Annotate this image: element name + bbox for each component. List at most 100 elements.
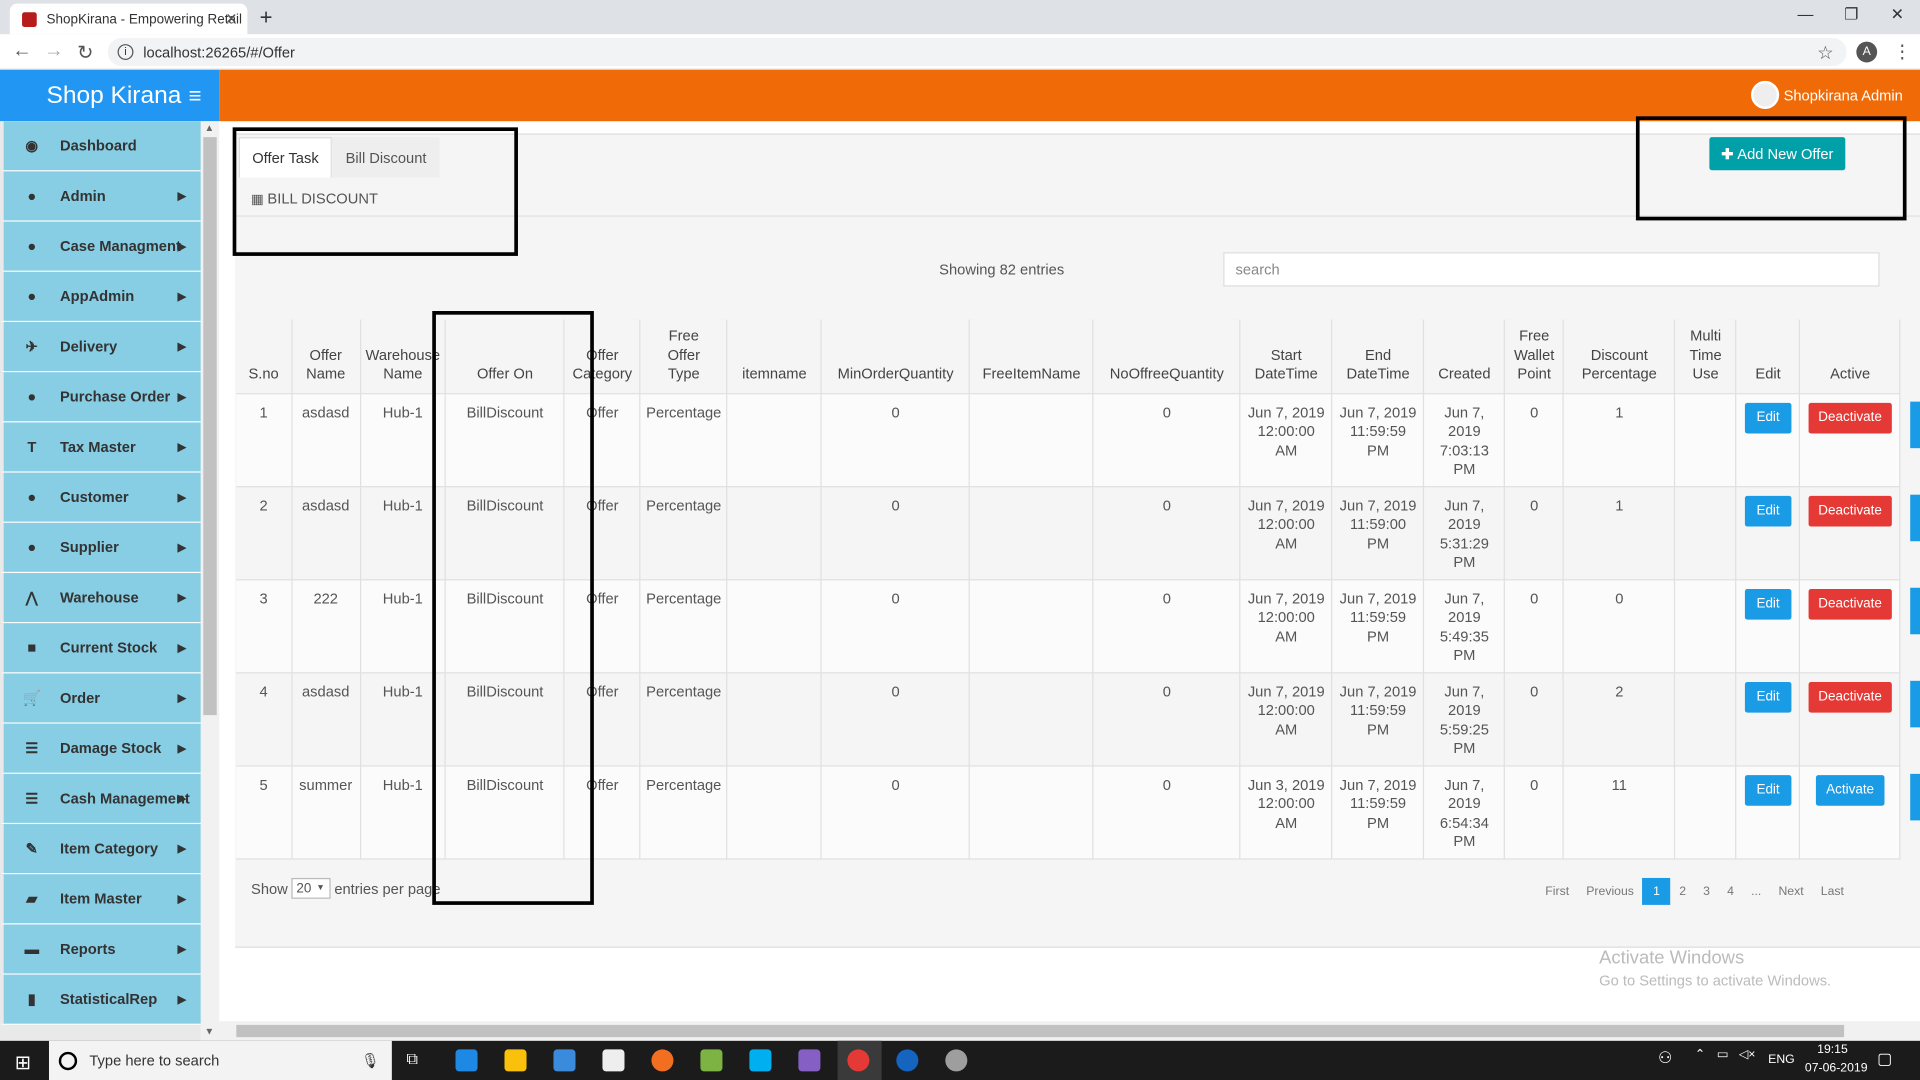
cell-text: 2019 bbox=[1448, 422, 1481, 440]
cell-text: Jun 7, 2019 bbox=[1339, 496, 1417, 514]
row-extra-button[interactable] bbox=[1910, 401, 1920, 449]
sidebar-item-item-master[interactable]: ▰ Item Master ▶ bbox=[0, 874, 201, 925]
edit-button[interactable]: Edit bbox=[1744, 588, 1792, 619]
sidebar-item-appadmin[interactable]: ● AppAdmin ▶ bbox=[0, 271, 201, 323]
windows-start-icon[interactable]: ⊞ bbox=[15, 1051, 31, 1075]
page-link-2[interactable]: 2 bbox=[1671, 878, 1695, 905]
per-page-select[interactable]: 20 ▼ bbox=[291, 877, 331, 899]
volume-icon[interactable]: ◁× bbox=[1739, 1048, 1756, 1061]
profile-avatar[interactable]: A bbox=[1856, 41, 1878, 63]
sidebar-item-label: Supplier bbox=[60, 538, 119, 556]
sql-icon[interactable] bbox=[700, 1049, 723, 1072]
edit-button[interactable]: Edit bbox=[1744, 681, 1792, 713]
page-link-ellipsisellipsisellipsis: ... bbox=[1751, 884, 1762, 899]
row-extra-button[interactable] bbox=[1910, 494, 1920, 542]
sidebar-item-delivery[interactable]: ✈ Delivery ▶ bbox=[0, 322, 201, 373]
clock-date[interactable]: 07-06-2019 bbox=[1805, 1062, 1868, 1075]
chrome-icon[interactable] bbox=[847, 1049, 870, 1072]
new-tab-icon[interactable]: + bbox=[260, 5, 273, 31]
edit-button[interactable]: Edit bbox=[1744, 495, 1792, 526]
deactivate-button[interactable]: Deactivate bbox=[1808, 402, 1892, 433]
sidebar-item-current-stock[interactable]: ■ Current Stock ▶ bbox=[0, 623, 201, 674]
cell-edit: Edit bbox=[1736, 579, 1801, 673]
maximize-icon[interactable]: ❐ bbox=[1844, 5, 1858, 25]
deactivate-button[interactable]: Deactivate bbox=[1808, 681, 1892, 713]
sidebar-item-reports[interactable]: ▬ Reports ▶ bbox=[0, 924, 201, 975]
cell-minq: 0 bbox=[821, 765, 971, 859]
network-icon[interactable]: ▭ bbox=[1717, 1048, 1729, 1061]
edge-icon[interactable] bbox=[455, 1049, 478, 1072]
sidebar-item-purchase-order[interactable]: ● Purchase Order ▶ bbox=[0, 372, 201, 423]
sidebar-item-item-category[interactable]: ✎ Item Category ▶ bbox=[0, 824, 201, 875]
close-tab-icon[interactable]: ✕ bbox=[225, 10, 237, 27]
visual-studio-icon[interactable] bbox=[798, 1049, 821, 1072]
paint-icon[interactable] bbox=[945, 1049, 968, 1072]
cell-text: 12:00:00 bbox=[1257, 794, 1315, 812]
back-icon[interactable]: ← bbox=[12, 40, 32, 62]
sidebar-item-order[interactable]: 🛒 Order ▶ bbox=[0, 673, 201, 724]
column-header-text: Warehouse bbox=[365, 345, 441, 364]
scroll-down-icon[interactable]: ▼ bbox=[204, 1026, 214, 1037]
reload-icon[interactable]: ↻ bbox=[77, 40, 93, 64]
url-field[interactable]: i localhost:26265/#/Offer bbox=[107, 37, 1847, 67]
postman-icon[interactable] bbox=[651, 1049, 674, 1072]
user-menu[interactable]: Shopkirana Admin bbox=[1750, 80, 1903, 109]
sidebar-item-damage-stock[interactable]: ☰ Damage Stock ▶ bbox=[0, 723, 201, 774]
per-page-value: 20 bbox=[296, 881, 312, 896]
taskbar-search[interactable]: Type here to search 🎙 bbox=[48, 1040, 392, 1080]
notifications-icon[interactable]: ▢ bbox=[1877, 1049, 1892, 1069]
store-icon[interactable] bbox=[553, 1049, 576, 1072]
mail-icon[interactable] bbox=[602, 1049, 625, 1072]
maps-icon[interactable] bbox=[896, 1049, 919, 1072]
minimize-icon[interactable]: — bbox=[1798, 5, 1814, 23]
clock-time[interactable]: 19:15 bbox=[1817, 1043, 1848, 1056]
row-extra-button[interactable] bbox=[1910, 773, 1920, 821]
tray-chevron-icon[interactable]: ⌃ bbox=[1695, 1048, 1705, 1061]
hamburger-icon[interactable]: ≡ bbox=[189, 83, 202, 109]
sidebar-item-tax-master[interactable]: T Tax Master ▶ bbox=[0, 422, 201, 473]
horizontal-scroll-thumb[interactable] bbox=[236, 1024, 1845, 1038]
sidebar-item-dashboard[interactable]: ◉ Dashboard bbox=[0, 121, 201, 172]
sidebar-item-supplier[interactable]: ● Supplier ▶ bbox=[0, 522, 201, 574]
browser-menu-icon[interactable]: ⋮ bbox=[1893, 40, 1911, 63]
cell-edit: Edit bbox=[1736, 672, 1801, 766]
sidebar-item-cash-management[interactable]: ☰ Cash Management ▶ bbox=[0, 773, 201, 825]
sidebar-item-warehouse[interactable]: ⋀ Warehouse ▶ bbox=[0, 573, 201, 624]
sidebar-item-admin[interactable]: ● Admin ▶ bbox=[0, 171, 201, 222]
people-icon[interactable]: ⚇ bbox=[1658, 1048, 1672, 1068]
cell-multi bbox=[1675, 486, 1737, 580]
sidebar-item-customer[interactable]: ● Customer ▶ bbox=[0, 472, 201, 523]
sidebar-item-case-managment[interactable]: ● Case Managment ▶ bbox=[0, 221, 201, 272]
language-indicator[interactable]: ENG bbox=[1768, 1053, 1795, 1066]
edit-button[interactable]: Edit bbox=[1744, 402, 1792, 433]
cell-noq: 0 bbox=[1093, 579, 1241, 673]
skype-icon[interactable] bbox=[749, 1049, 772, 1072]
file-explorer-icon[interactable] bbox=[504, 1049, 527, 1072]
task-view-icon[interactable]: ⧉ bbox=[407, 1049, 418, 1069]
browser-tab[interactable]: ShopKirana - Empowering Retail ✕ bbox=[9, 3, 248, 35]
sidebar-scroll-thumb[interactable] bbox=[203, 137, 217, 716]
user-icon: ● bbox=[27, 538, 37, 556]
row-extra-button[interactable] bbox=[1910, 680, 1920, 728]
deactivate-button[interactable]: Deactivate bbox=[1808, 588, 1892, 619]
activate-button[interactable]: Activate bbox=[1815, 774, 1885, 806]
row-extra-button[interactable] bbox=[1910, 587, 1920, 635]
deactivate-button[interactable]: Deactivate bbox=[1808, 495, 1892, 526]
search-input[interactable]: search bbox=[1223, 252, 1880, 287]
cell-text: 2 bbox=[259, 496, 268, 514]
page-link-last[interactable]: Last bbox=[1812, 878, 1852, 905]
page-link-1[interactable]: 1 bbox=[1642, 877, 1671, 905]
page-link-4[interactable]: 4 bbox=[1719, 878, 1743, 905]
page-link-first[interactable]: First bbox=[1537, 878, 1578, 905]
forward-icon[interactable]: → bbox=[44, 40, 64, 62]
edit-button[interactable]: Edit bbox=[1744, 774, 1792, 806]
site-info-icon[interactable]: i bbox=[117, 44, 134, 61]
page-link-previous[interactable]: Previous bbox=[1578, 878, 1643, 905]
bookmark-star-icon[interactable]: ☆ bbox=[1817, 42, 1833, 64]
sidebar-item-statisticalrep[interactable]: ▮ StatisticalRep ▶ bbox=[0, 974, 201, 1025]
microphone-icon[interactable]: 🎙 bbox=[361, 1052, 380, 1069]
scroll-up-icon[interactable]: ▲ bbox=[204, 122, 214, 133]
page-link-3[interactable]: 3 bbox=[1695, 878, 1719, 905]
close-window-icon[interactable]: ✕ bbox=[1891, 5, 1904, 25]
page-link-next[interactable]: Next bbox=[1770, 878, 1812, 905]
